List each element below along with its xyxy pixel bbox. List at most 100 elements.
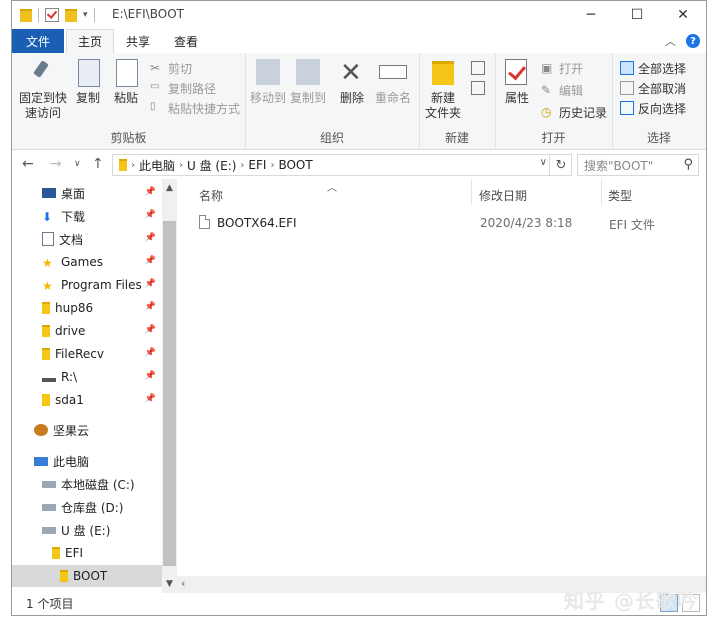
open-button[interactable]: ▣ 打开 [541, 59, 583, 77]
star-folder-icon: ★ [42, 256, 53, 270]
properties-check-icon[interactable] [45, 8, 59, 22]
folder-icon [60, 570, 68, 582]
help-icon[interactable]: ? [686, 34, 700, 48]
desktop-icon [42, 188, 56, 198]
column-date[interactable]: 修改日期 [479, 187, 527, 204]
invert-selection-button[interactable]: 反向选择 [620, 99, 686, 117]
paste-shortcut-icon: ▯ [150, 101, 156, 112]
folder-icon [20, 8, 32, 22]
open-icon: ▣ [541, 61, 553, 75]
back-arrow-icon[interactable]: ← [22, 156, 34, 172]
close-button[interactable]: ✕ [660, 1, 706, 29]
group-open: 属性 ▣ 打开 ✎ 编辑 ◷ 历史记录 打开 [495, 53, 613, 149]
column-name[interactable]: 名称 [199, 187, 223, 204]
collapse-ribbon-icon[interactable]: ︿ [665, 33, 676, 49]
folder-icon [52, 547, 60, 559]
pin-icon[interactable]: 📌 [145, 279, 156, 289]
file-icon [199, 215, 210, 229]
crumb-this-pc[interactable]: 此电脑 [139, 157, 175, 174]
file-row[interactable]: BOOTX64.EFI 2020/4/23 8:18 EFI 文件 [199, 213, 699, 233]
edit-icon: ✎ [541, 83, 552, 97]
hard-drive-icon [42, 503, 56, 511]
paste-button[interactable]: 粘贴 [110, 59, 142, 106]
new-folder-large-icon [429, 59, 457, 87]
rename-button[interactable]: 重命名 [373, 59, 413, 106]
scroll-left-icon[interactable]: ‹ [181, 577, 185, 590]
navigation-pane: 桌面 📌 ⬇ 下载 📌 文档 📌 ★ Games 📌 ★ Program Fil… [12, 179, 177, 593]
paste-shortcut-button[interactable]: ▯ 粘贴快捷方式 [150, 99, 240, 117]
system-drive-icon [42, 480, 56, 488]
ribbon-tabs: 文件 主页 共享 查看 ︿ ? [12, 29, 706, 54]
title-bar: ▾ E:\EFI\BOOT ─ ☐ ✕ [12, 1, 706, 29]
maximize-button[interactable]: ☐ [614, 1, 660, 29]
properties-icon [503, 59, 531, 87]
address-dropdown-icon[interactable]: ∨ [540, 157, 547, 168]
rename-icon [379, 59, 407, 87]
computer-icon [34, 456, 48, 466]
forward-arrow-icon[interactable]: → [50, 156, 62, 172]
pin-icon[interactable]: 📌 [145, 371, 156, 381]
nav-item-boot[interactable]: BOOT [12, 565, 162, 587]
folder-icon [119, 159, 127, 171]
tab-home[interactable]: 主页 [66, 29, 114, 53]
pin-icon[interactable]: 📌 [145, 325, 156, 335]
search-input[interactable]: 搜索"BOOT" ⚲ [577, 154, 699, 176]
chevron-right-icon: › [270, 159, 275, 171]
new-folder-icon[interactable] [65, 8, 77, 22]
pin-icon[interactable]: 📌 [145, 233, 156, 243]
scroll-thumb[interactable] [163, 221, 176, 566]
nav-scrollbar[interactable]: ▲ ▼ [162, 179, 177, 593]
select-none-button[interactable]: 全部取消 [620, 79, 686, 97]
paste-icon [112, 59, 140, 87]
pin-icon[interactable]: 📌 [145, 394, 156, 404]
scissors-icon: ✂ [150, 61, 161, 75]
column-headers: ︿ 名称 修改日期 类型 [177, 179, 706, 209]
pin-icon[interactable]: 📌 [145, 187, 156, 197]
scroll-up-icon[interactable]: ▲ [162, 179, 177, 197]
easy-access-icon[interactable] [471, 81, 485, 95]
copy-path-button[interactable]: ▭ 复制路径 [150, 79, 216, 97]
folder-icon [42, 325, 50, 337]
properties-button[interactable]: 属性 [501, 59, 533, 106]
folder-icon [42, 302, 50, 314]
delete-x-icon: ✕ [340, 58, 362, 88]
tab-file[interactable]: 文件 [12, 29, 64, 53]
invert-selection-icon [620, 101, 634, 115]
crumb-boot[interactable]: BOOT [278, 158, 312, 172]
delete-button[interactable]: ✕ 删除 [337, 59, 367, 106]
new-item-icon[interactable] [471, 61, 485, 75]
star-folder-icon: ★ [42, 279, 53, 293]
move-to-button[interactable]: 移动到 [249, 59, 287, 106]
pin-icon[interactable]: 📌 [145, 256, 156, 266]
window-controls: ─ ☐ ✕ [568, 1, 706, 29]
recent-dropdown-icon[interactable]: ∨ [74, 159, 81, 169]
ribbon: 固定到快 速访问 复制 粘贴 ✂ 剪切 ▭ 复制路径 ▯ 粘贴快捷方式 剪贴板 … [12, 53, 706, 150]
edit-button[interactable]: ✎ 编辑 [541, 81, 583, 99]
crumb-efi[interactable]: EFI [248, 158, 266, 172]
pin-icon[interactable]: 📌 [145, 210, 156, 220]
cut-button[interactable]: ✂ 剪切 [150, 59, 192, 77]
tab-share[interactable]: 共享 [114, 29, 162, 53]
group-select: 全部选择 全部取消 反向选择 选择 [612, 53, 706, 149]
minimize-button[interactable]: ─ [568, 1, 614, 29]
crumb-usb-drive[interactable]: U 盘 (E:) [187, 157, 236, 174]
copy-button[interactable]: 复制 [72, 59, 104, 106]
tab-view[interactable]: 查看 [162, 29, 210, 53]
copy-to-button[interactable]: 复制到 [289, 59, 327, 106]
pin-icon[interactable]: 📌 [145, 348, 156, 358]
address-box[interactable]: › 此电脑 › U 盘 (E:) › EFI › BOOT ∨ ↻ [112, 154, 572, 176]
pin-quick-access-button[interactable]: 固定到快 速访问 [18, 59, 68, 121]
move-to-icon [254, 59, 282, 87]
customize-dropdown-icon[interactable]: ▾ [83, 10, 88, 20]
up-arrow-icon[interactable]: ↑ [92, 156, 104, 172]
select-all-button[interactable]: 全部选择 [620, 59, 686, 77]
pin-icon[interactable]: 📌 [145, 302, 156, 312]
column-type[interactable]: 类型 [608, 187, 632, 204]
item-count: 1 个项目 [26, 596, 74, 611]
chevron-right-icon: › [240, 159, 245, 171]
new-folder-button[interactable]: 新建 文件夹 [423, 59, 463, 121]
pin-icon [29, 59, 57, 87]
history-button[interactable]: ◷ 历史记录 [541, 103, 607, 121]
group-clipboard: 固定到快 速访问 复制 粘贴 ✂ 剪切 ▭ 复制路径 ▯ 粘贴快捷方式 剪贴板 [12, 53, 246, 149]
refresh-icon[interactable]: ↻ [549, 154, 572, 176]
